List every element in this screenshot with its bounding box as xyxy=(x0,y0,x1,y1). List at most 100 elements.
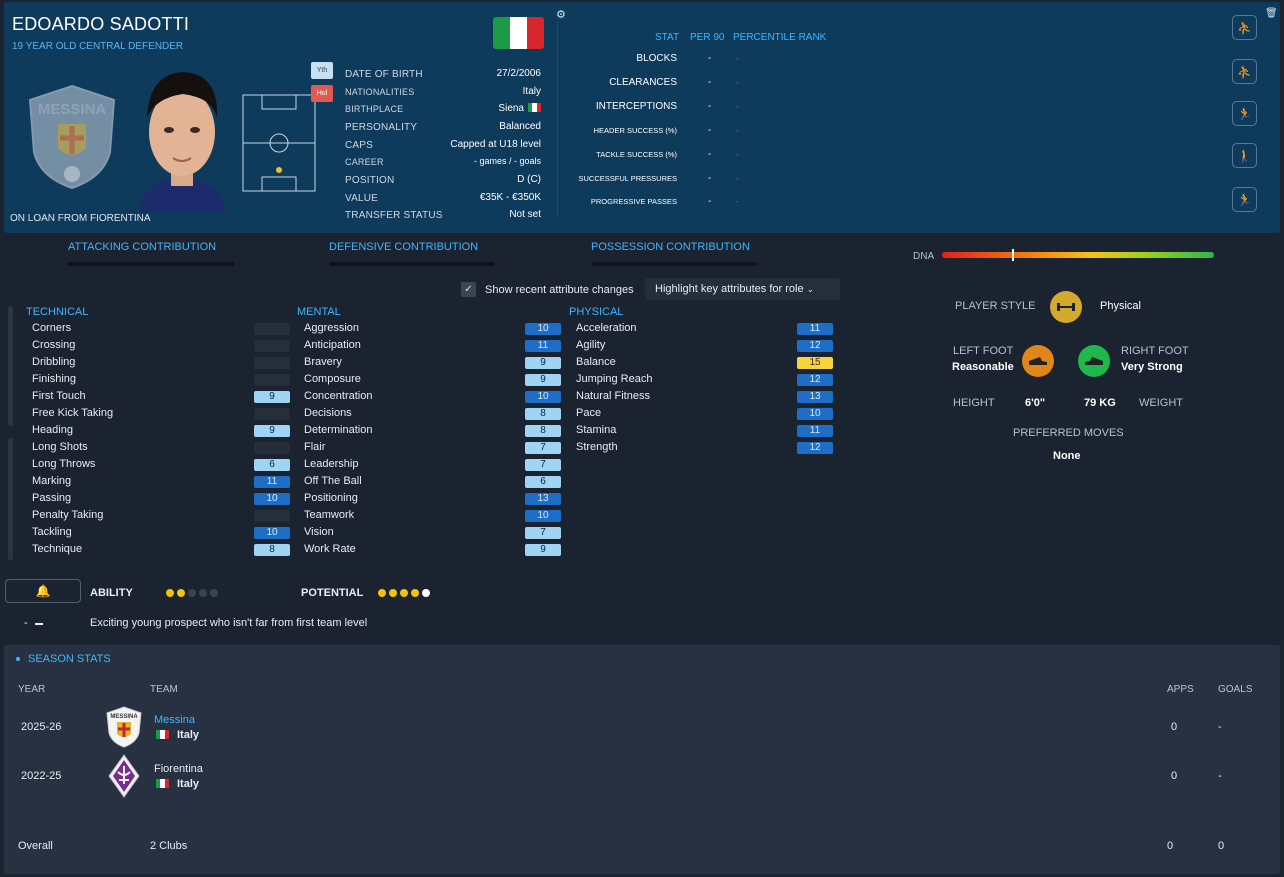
attribute-value: 11 xyxy=(254,476,290,488)
highlight-attributes-dropdown[interactable]: Highlight key attributes for role ⌄ xyxy=(645,278,840,300)
right-boot-icon[interactable] xyxy=(1078,345,1110,377)
attribute-name[interactable]: Leadership xyxy=(304,458,358,470)
attribute-name[interactable]: Positioning xyxy=(304,492,358,504)
trash-icon[interactable]: 🗑 xyxy=(1265,8,1278,19)
season-stats-title[interactable]: SEASON STATS xyxy=(28,653,111,665)
attribute-name[interactable]: Vision xyxy=(304,526,334,538)
attribute-name[interactable]: Long Throws xyxy=(32,458,95,470)
season-team-link[interactable]: Messina xyxy=(154,714,195,726)
stat-name[interactable]: CLEARANCES xyxy=(609,77,677,88)
season-year: 2025-26 xyxy=(21,721,62,733)
running-player-icon[interactable]: 🏃 xyxy=(1232,101,1257,126)
stat-per90: - xyxy=(708,53,712,64)
attacking-contribution-bar xyxy=(68,262,234,266)
show-changes-label[interactable]: Show recent attribute changes xyxy=(485,284,634,296)
attribute-name[interactable]: Stamina xyxy=(576,424,616,436)
attribute-name[interactable]: Technique xyxy=(32,543,82,555)
stat-column-header[interactable]: STAT xyxy=(655,32,679,43)
attribute-name[interactable]: Balance xyxy=(576,356,616,368)
attribute-name[interactable]: Strength xyxy=(576,441,618,453)
attribute-name[interactable]: Anticipation xyxy=(304,339,361,351)
attribute-name[interactable]: Free Kick Taking xyxy=(32,407,113,419)
holiday-badge[interactable]: Hol xyxy=(311,85,333,102)
walking-player-icon[interactable]: 🚶 xyxy=(1232,143,1257,168)
recommendation-bar xyxy=(35,623,43,625)
stat-name[interactable]: PROGRESSIVE PASSES xyxy=(591,197,677,206)
attribute-name[interactable]: Agility xyxy=(576,339,605,351)
info-value[interactable]: Italy xyxy=(523,86,541,97)
attribute-name[interactable]: Heading xyxy=(32,424,73,436)
sliding-block-icon[interactable]: ⛹ xyxy=(1232,59,1257,84)
col-year-header[interactable]: YEAR xyxy=(18,684,45,695)
stat-name[interactable]: BLOCKS xyxy=(636,53,677,64)
attribute-name[interactable]: Flair xyxy=(304,441,325,453)
info-value-text: Italy xyxy=(522,86,541,97)
defensive-contribution-label[interactable]: DEFENSIVE CONTRIBUTION xyxy=(329,241,478,253)
stat-name[interactable]: HEADER SUCCESS (%) xyxy=(594,126,677,135)
attribute-name[interactable]: Passing xyxy=(32,492,71,504)
fiorentina-crest-icon[interactable] xyxy=(108,754,140,798)
attribute-name[interactable]: Corners xyxy=(32,322,71,334)
attribute-name[interactable]: Crossing xyxy=(32,339,75,351)
kicking-player-icon[interactable]: 🏃 xyxy=(1232,187,1257,212)
coach-report-bell-icon[interactable]: 🔔 xyxy=(5,579,81,603)
stat-name[interactable]: TACKLE SUCCESS (%) xyxy=(596,150,677,159)
attribute-name[interactable]: Acceleration xyxy=(576,322,637,334)
potential-label: POTENTIAL xyxy=(301,587,364,599)
settings-gear-icon[interactable]: ⚙ xyxy=(556,8,566,21)
youth-badge[interactable]: Yth xyxy=(311,62,333,79)
attribute-name[interactable]: Marking xyxy=(32,475,71,487)
stat-per90: - xyxy=(708,149,712,160)
stat-per90: - xyxy=(708,77,712,88)
attribute-name[interactable]: Teamwork xyxy=(304,509,354,521)
col-goals-header[interactable]: GOALS xyxy=(1218,684,1252,695)
stat-name[interactable]: SUCCESSFUL PRESSURES xyxy=(579,174,678,183)
stat-name[interactable]: INTERCEPTIONS xyxy=(596,101,677,112)
attribute-name[interactable]: First Touch xyxy=(32,390,86,402)
show-changes-checkbox[interactable]: ✓ xyxy=(461,282,476,297)
dumbbell-icon[interactable] xyxy=(1050,291,1082,323)
possession-contribution-label[interactable]: POSSESSION CONTRIBUTION xyxy=(591,241,750,253)
info-value[interactable]: Siena xyxy=(498,103,541,114)
attribute-name[interactable]: Concentration xyxy=(304,390,373,402)
col-team-header[interactable]: TEAM xyxy=(150,684,178,695)
dna-gradient-bar[interactable] xyxy=(942,252,1214,258)
attribute-name[interactable]: Composure xyxy=(304,373,361,385)
attribute-name[interactable]: Jumping Reach xyxy=(576,373,652,385)
weight-label: WEIGHT xyxy=(1139,397,1183,409)
attribute-name[interactable]: Decisions xyxy=(304,407,352,419)
attribute-value: 8 xyxy=(254,544,290,556)
attribute-name[interactable]: Finishing xyxy=(32,373,76,385)
attribute-name[interactable]: Off The Ball xyxy=(304,475,362,487)
sliding-tackle-icon[interactable]: ⛹ xyxy=(1232,15,1257,40)
attribute-name[interactable]: Natural Fitness xyxy=(576,390,650,402)
left-boot-icon[interactable] xyxy=(1022,345,1054,377)
per90-column-header[interactable]: PER 90 xyxy=(690,32,724,43)
nationality-flag-icon[interactable] xyxy=(493,17,544,49)
attacking-contribution-label[interactable]: ATTACKING CONTRIBUTION xyxy=(68,241,216,253)
attribute-name[interactable]: Long Shots xyxy=(32,441,88,453)
attribute-value: 13 xyxy=(525,493,561,505)
attribute-name[interactable]: Determination xyxy=(304,424,372,436)
crest-text: MESSINA xyxy=(110,714,138,720)
star-dot xyxy=(199,589,207,598)
attribute-name[interactable]: Dribbling xyxy=(32,356,75,368)
on-loan-label[interactable]: ON LOAN FROM FIORENTINA xyxy=(10,213,151,224)
stat-per90: - xyxy=(708,125,712,136)
attribute-name[interactable]: Aggression xyxy=(304,322,359,334)
attribute-name[interactable]: Work Rate xyxy=(304,543,356,555)
info-value[interactable]: Capped at U18 level xyxy=(450,139,541,150)
star-dot xyxy=(188,589,196,598)
col-apps-header[interactable]: APPS xyxy=(1167,684,1194,695)
attribute-name[interactable]: Bravery xyxy=(304,356,342,368)
italy-flag-icon xyxy=(156,730,169,739)
messina-crest-icon[interactable]: MESSINA xyxy=(105,706,143,748)
attribute-name[interactable]: Tackling xyxy=(32,526,72,538)
attribute-name[interactable]: Penalty Taking xyxy=(32,509,103,521)
divider xyxy=(557,22,558,218)
percentile-column-header[interactable]: PERCENTILE RANK xyxy=(733,32,826,43)
attribute-name[interactable]: Pace xyxy=(576,407,601,419)
stat-percentile: - xyxy=(736,174,739,183)
club-crest-icon[interactable]: MESSINA xyxy=(24,82,120,192)
season-team-link[interactable]: Fiorentina xyxy=(154,763,203,775)
